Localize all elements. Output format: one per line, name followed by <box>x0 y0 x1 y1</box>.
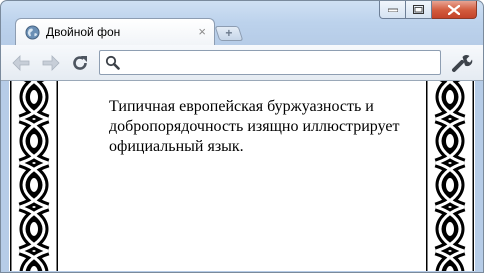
browser-window: Двойной фон × + Типичная европейская бур… <box>0 0 484 273</box>
address-bar[interactable] <box>99 50 441 75</box>
back-button[interactable] <box>11 53 31 73</box>
tab-active[interactable]: Двойной фон × <box>15 18 215 46</box>
close-window-button[interactable] <box>432 1 477 19</box>
settings-menu-button[interactable] <box>451 53 473 73</box>
page-content: Типичная европейская буржуазность и добр… <box>9 81 475 271</box>
celtic-border-left <box>10 81 58 271</box>
tab-close-icon[interactable]: × <box>198 24 206 40</box>
maximize-button[interactable] <box>406 1 432 19</box>
new-tab-button[interactable]: + <box>214 26 244 41</box>
address-input[interactable] <box>124 53 438 74</box>
minimize-button[interactable] <box>379 1 406 19</box>
globe-icon <box>25 25 40 40</box>
wrench-icon <box>452 55 473 72</box>
maximize-icon <box>413 5 424 14</box>
minimize-icon <box>387 8 398 12</box>
celtic-border-right <box>426 81 474 271</box>
reload-icon <box>73 56 87 70</box>
tab-title: Двойной фон <box>46 25 121 39</box>
plus-icon: + <box>225 26 233 40</box>
forward-button[interactable] <box>41 53 61 73</box>
back-arrow-icon <box>12 55 30 71</box>
forward-arrow-icon <box>42 55 60 71</box>
toolbar <box>1 45 483 81</box>
reload-button[interactable] <box>70 53 90 73</box>
search-icon <box>105 55 120 70</box>
window-caption-buttons <box>379 1 477 21</box>
close-icon <box>448 4 460 15</box>
body-paragraph: Типичная европейская буржуазность и добр… <box>109 98 400 155</box>
